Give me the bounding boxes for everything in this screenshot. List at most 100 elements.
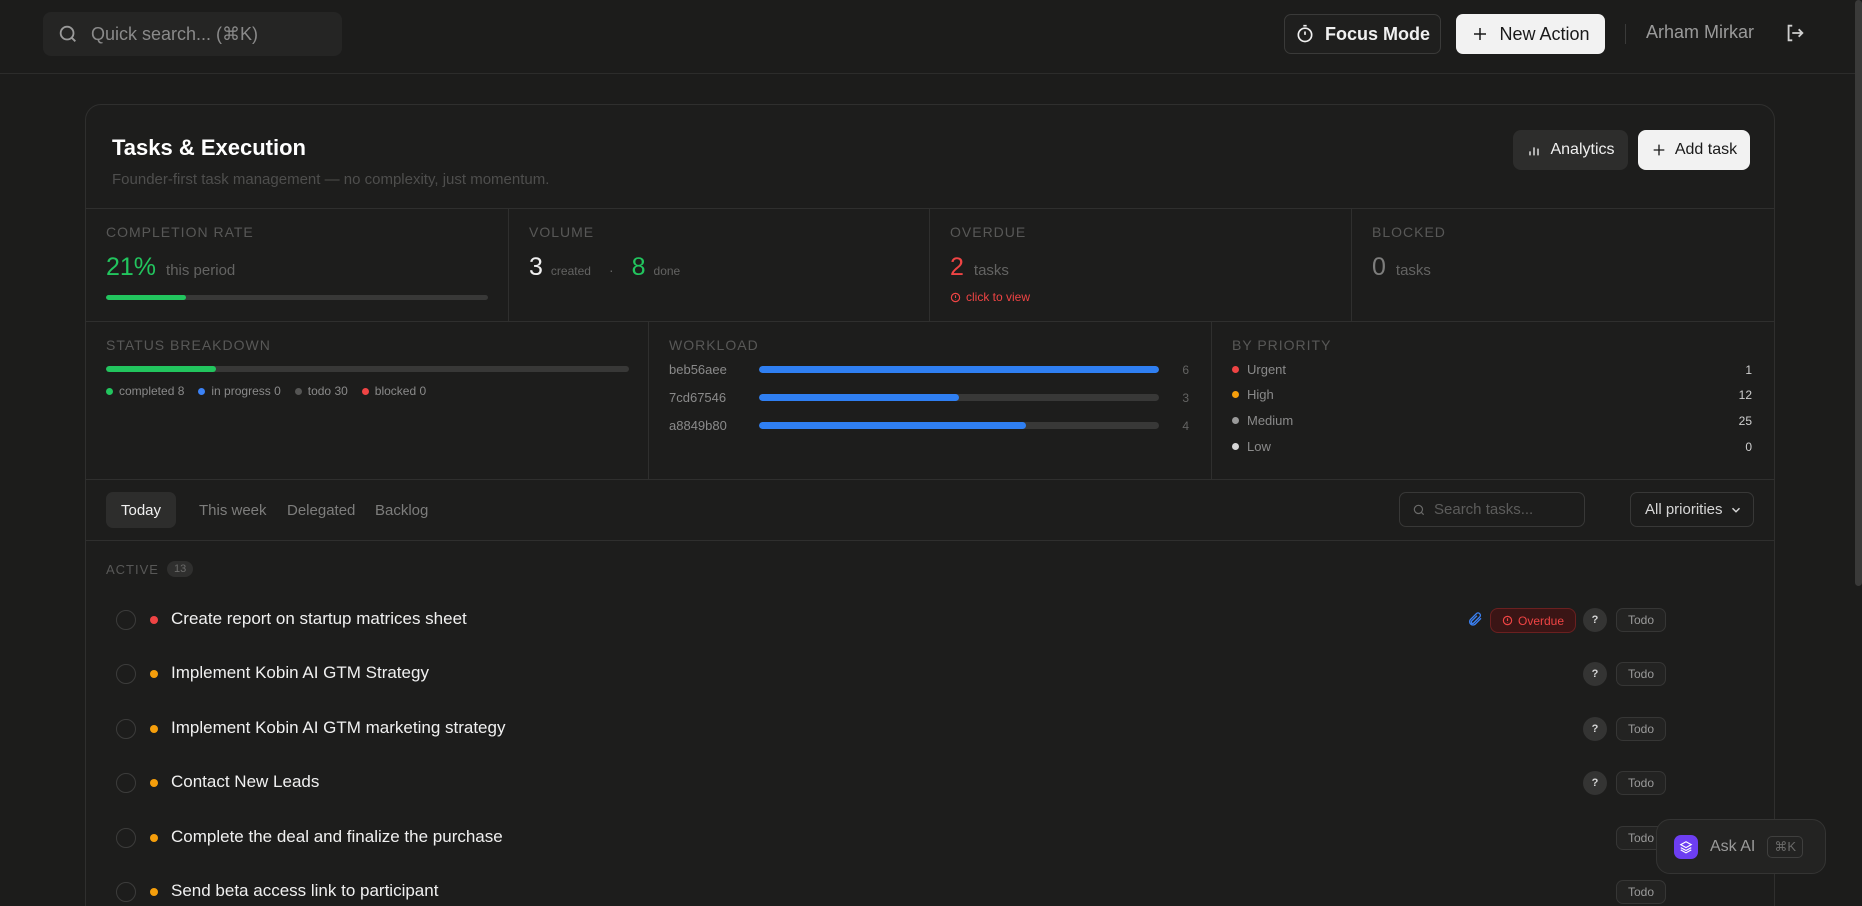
task-search-placeholder: Search tasks...: [1434, 501, 1534, 518]
volume-metric: 3 created · 8 done: [529, 253, 680, 282]
workload-bar: [759, 366, 1159, 373]
completion-value: 21%: [106, 253, 157, 281]
task-search-input[interactable]: Search tasks...: [1399, 492, 1585, 527]
workload-count: 3: [1182, 390, 1189, 405]
done-label: done: [653, 264, 681, 278]
analytics-button[interactable]: Analytics: [1513, 130, 1628, 170]
workload-label: WORKLOAD: [669, 337, 759, 353]
new-action-button[interactable]: New Action: [1456, 14, 1605, 54]
legend-in-progress-label: in progress 0: [211, 384, 281, 398]
tab-this-week[interactable]: This week: [184, 492, 282, 528]
overdue-label: OVERDUE: [950, 224, 1027, 240]
task-row[interactable]: Create report on startup matrices sheet …: [86, 595, 1774, 645]
legend-completed-label: completed 8: [119, 384, 185, 398]
user-name[interactable]: Arham Mirkar: [1646, 22, 1754, 43]
ask-ai-logo-icon: [1674, 834, 1698, 859]
task-title[interactable]: Contact New Leads: [171, 772, 319, 792]
status-legend: completed 8 in progress 0 todo 30 blocke…: [106, 384, 426, 398]
plus-icon: [1474, 28, 1487, 40]
workload-bar-fill: [759, 366, 1159, 373]
page-subtitle: Founder-first task management — no compl…: [112, 171, 550, 188]
task-checkbox[interactable]: [116, 719, 136, 739]
task-title[interactable]: Implement Kobin AI GTM Strategy: [171, 663, 429, 683]
task-title[interactable]: Complete the deal and finalize the purch…: [171, 827, 503, 847]
page-scrollbar[interactable]: [1855, 0, 1862, 586]
status-badge[interactable]: Todo: [1616, 771, 1666, 795]
task-row[interactable]: Complete the deal and finalize the purch…: [86, 813, 1774, 863]
completion-progress: [106, 295, 488, 300]
focus-mode-button[interactable]: Focus Mode: [1284, 14, 1441, 54]
task-title[interactable]: Implement Kobin AI GTM marketing strateg…: [171, 718, 505, 738]
completed-dot: [106, 387, 113, 395]
overdue-metric: 2 tasks: [950, 253, 1009, 282]
overdue-unit: tasks: [973, 262, 1009, 279]
divider: [86, 479, 1774, 480]
priority-count: 0: [1745, 439, 1752, 454]
add-task-button[interactable]: Add task: [1638, 130, 1750, 170]
assignee-badge[interactable]: ?: [1583, 717, 1607, 741]
high-dot: [1232, 391, 1239, 398]
priority-count: 25: [1738, 413, 1752, 428]
analytics-label: Analytics: [1550, 141, 1615, 158]
divider: [508, 209, 509, 321]
medium-dot: [1232, 417, 1239, 424]
blocked-metric: 0 tasks: [1372, 253, 1431, 282]
tab-delegated[interactable]: Delegated: [272, 492, 370, 528]
new-action-label: New Action: [1499, 23, 1590, 44]
assignee-badge[interactable]: ?: [1583, 608, 1607, 632]
overdue-click-to-view[interactable]: click to view: [950, 290, 1030, 304]
chevron-down-icon: [1731, 507, 1741, 513]
workload-count: 4: [1182, 418, 1189, 433]
tab-backlog[interactable]: Backlog: [360, 492, 443, 528]
task-row[interactable]: Send beta access link to participant Tod…: [86, 867, 1774, 906]
overdue-badge: Overdue: [1490, 608, 1576, 633]
legend-todo-label: todo 30: [307, 384, 348, 398]
blocked-unit: tasks: [1395, 262, 1431, 279]
assignee-badge[interactable]: ?: [1583, 662, 1607, 686]
quick-search[interactable]: Quick search... (⌘K): [43, 12, 342, 56]
priority-name: Medium: [1247, 413, 1294, 428]
task-checkbox[interactable]: [116, 828, 136, 848]
task-row[interactable]: Implement Kobin AI GTM marketing strateg…: [86, 704, 1774, 754]
task-checkbox[interactable]: [116, 664, 136, 684]
logout-icon[interactable]: [1784, 22, 1806, 44]
task-row[interactable]: Implement Kobin AI GTM Strategy ? Todo: [86, 649, 1774, 699]
divider: [1211, 322, 1212, 479]
workload-assignee: a8849b80: [669, 418, 727, 433]
assignee-badge[interactable]: ?: [1583, 771, 1607, 795]
task-checkbox[interactable]: [116, 610, 136, 630]
divider: [648, 322, 649, 479]
volume-separator: ·: [608, 262, 614, 278]
active-count-badge: 13: [166, 561, 194, 577]
workload-assignee: 7cd67546: [669, 390, 727, 405]
click-to-view-label: click to view: [966, 290, 1031, 304]
completion-label: COMPLETION RATE: [106, 224, 254, 240]
task-title[interactable]: Send beta access link to participant: [171, 881, 438, 901]
task-checkbox[interactable]: [116, 773, 136, 793]
task-row[interactable]: Contact New Leads ? Todo: [86, 758, 1774, 808]
status-badge[interactable]: Todo: [1616, 608, 1666, 632]
divider: [1351, 209, 1352, 321]
workload-bar-fill: [759, 422, 1026, 429]
task-checkbox[interactable]: [116, 882, 136, 902]
completion-metric: 21% this period: [106, 253, 235, 282]
tab-today[interactable]: Today: [106, 492, 177, 528]
priority-filter-select[interactable]: All priorities: [1630, 492, 1754, 527]
plus-icon: [1653, 144, 1665, 156]
focus-mode-label: Focus Mode: [1324, 23, 1430, 44]
workload-row: 7cd67546 3: [669, 390, 1189, 405]
header-divider: [1625, 24, 1626, 44]
workload-row: beb56aee 6: [669, 362, 1189, 377]
workload-bar-fill: [759, 394, 959, 401]
status-badge[interactable]: Todo: [1616, 880, 1666, 904]
divider: [86, 321, 1774, 322]
status-badge[interactable]: Todo: [1616, 662, 1666, 686]
workload-bar: [759, 394, 1159, 401]
created-label: created: [550, 264, 591, 278]
blocked-label: BLOCKED: [1372, 224, 1446, 240]
completion-progress-fill: [106, 295, 187, 300]
status-badge[interactable]: Todo: [1616, 717, 1666, 741]
legend-blocked-label: blocked 0: [374, 384, 427, 398]
task-title[interactable]: Create report on startup matrices sheet: [171, 609, 467, 629]
ask-ai-button[interactable]: Ask AI ⌘K: [1656, 819, 1826, 874]
